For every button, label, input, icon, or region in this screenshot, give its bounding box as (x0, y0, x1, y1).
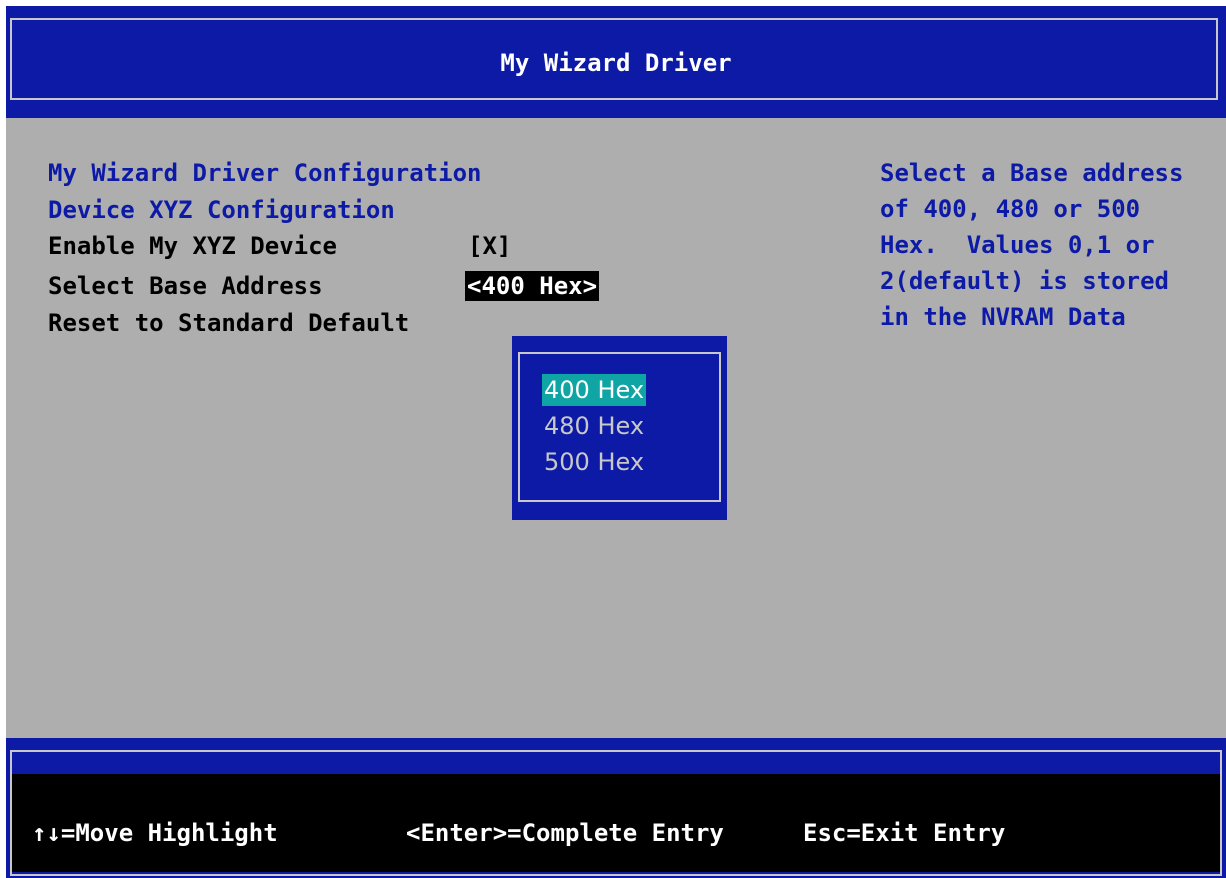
footer-frame (10, 750, 1222, 876)
form-area: My Wizard Driver Configuration Device XY… (6, 118, 1226, 738)
help-line: Select a Base address (880, 159, 1184, 187)
title-bar: My Wizard Driver (6, 6, 1226, 118)
footer: ↑↓=Move Highlight <Enter>=Complete Entry… (6, 738, 1226, 878)
reset-default-item[interactable]: Reset to Standard Default (48, 308, 409, 338)
option-480-hex[interactable]: 480 Hex (542, 410, 646, 442)
base-address-popup: 400 Hex 480 Hex 500 Hex (512, 336, 727, 520)
option-500-hex[interactable]: 500 Hex (542, 446, 646, 478)
move-highlight-hint: ↑↓=Move Highlight (32, 819, 278, 847)
section-title: My Wizard Driver Configuration (48, 159, 482, 187)
subsection-title: Device XYZ Configuration (48, 196, 395, 224)
bios-screen: My Wizard Driver My Wizard Driver Config… (6, 6, 1226, 878)
page-title: My Wizard Driver (500, 49, 732, 77)
enable-device-checkbox[interactable]: [X] (468, 231, 511, 261)
help-line: 2(default) is stored (880, 267, 1169, 295)
enable-device-label[interactable]: Enable My XYZ Device (48, 231, 337, 261)
complete-entry-hint: <Enter>=Complete Entry (406, 819, 724, 847)
option-400-hex[interactable]: 400 Hex (542, 374, 647, 406)
base-address-select[interactable]: <400 Hex> (465, 271, 600, 301)
help-line: in the NVRAM Data (880, 303, 1126, 331)
help-line: Hex. Values 0,1 or (880, 231, 1155, 259)
help-line: of 400, 480 or 500 (880, 195, 1141, 223)
help-panel: Select a Base address of 400, 480 or 500… (880, 158, 1220, 338)
exit-entry-hint: Esc=Exit Entry (803, 819, 1006, 847)
select-base-address-label[interactable]: Select Base Address (48, 271, 323, 301)
